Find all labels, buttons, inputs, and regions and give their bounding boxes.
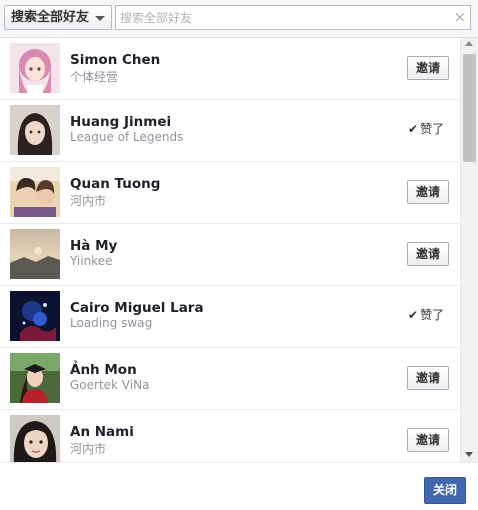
woman-portrait-avatar	[10, 105, 60, 155]
avatar	[10, 415, 60, 462]
search-input[interactable]	[116, 6, 446, 29]
search-toolbar: 搜索全部好友 ×	[0, 0, 478, 38]
list-item: Cairo Miguel Lara Loading swag ✔ 赞了	[0, 286, 460, 348]
friend-name[interactable]: Ảnh Mon	[70, 362, 137, 378]
friend-filter-dropdown[interactable]: 搜索全部好友	[4, 5, 112, 30]
invite-button[interactable]: 邀请	[407, 242, 449, 266]
avatar	[10, 105, 60, 155]
friend-name[interactable]: An Nami	[70, 424, 134, 440]
invite-button[interactable]: 邀请	[407, 428, 449, 452]
dark-blue-artwork-avatar	[10, 291, 60, 341]
avatar	[10, 291, 60, 341]
avatar	[10, 353, 60, 403]
avatar	[10, 167, 60, 217]
friend-name[interactable]: Hà My	[70, 238, 117, 254]
friend-subtitle: Goertek ViNa	[70, 378, 150, 392]
scroll-down-arrow-icon[interactable]	[465, 452, 473, 457]
couple-selfie-avatar	[10, 167, 60, 217]
friend-name[interactable]: Huang Jinmei	[70, 114, 171, 130]
friend-subtitle: Loading swag	[70, 316, 153, 330]
list-item: Ảnh Mon Goertek ViNa 邀请	[0, 348, 460, 410]
liked-label: 赞了	[420, 308, 445, 322]
list-item: Quan Tuong 河内市 邀请	[0, 162, 460, 224]
friend-name[interactable]: Cairo Miguel Lara	[70, 300, 204, 316]
dialog-footer: 关闭	[0, 462, 478, 510]
clear-search-icon[interactable]: ×	[453, 8, 466, 26]
scrollbar-thumb[interactable]	[463, 54, 476, 162]
graduation-photo-avatar	[10, 353, 60, 403]
friend-subtitle: 个体经营	[70, 70, 119, 84]
liked-status: ✔ 赞了	[408, 120, 444, 137]
avatar	[10, 43, 60, 93]
woman-face-closeup-avatar	[10, 415, 60, 462]
liked-status: ✔ 赞了	[408, 306, 444, 323]
invite-button[interactable]: 邀请	[407, 366, 449, 390]
friend-subtitle: 河内市	[70, 194, 107, 208]
friend-subtitle: 河内市	[70, 442, 107, 456]
friend-subtitle: Yiinkee	[70, 254, 113, 268]
friend-subtitle: League of Legends	[70, 130, 184, 144]
avatar	[10, 229, 60, 279]
scroll-up-arrow-icon[interactable]	[465, 41, 473, 46]
search-box: ×	[115, 5, 471, 30]
checkmark-icon: ✔	[408, 122, 419, 136]
invite-button[interactable]: 邀请	[407, 56, 449, 80]
friend-name[interactable]: Quan Tuong	[70, 176, 160, 192]
checkmark-icon: ✔	[408, 308, 419, 322]
liked-label: 赞了	[420, 122, 445, 136]
friend-filter-label: 搜索全部好友	[11, 10, 90, 25]
list-item: Simon Chen 个体经营 邀请	[0, 38, 460, 100]
list-item: An Nami 河内市 邀请	[0, 410, 460, 462]
sunset-landscape-avatar	[10, 229, 60, 279]
anime-girl-pink-hair-avatar	[10, 43, 60, 93]
friend-name[interactable]: Simon Chen	[70, 52, 160, 68]
vertical-scrollbar[interactable]	[460, 38, 478, 462]
list-item: Hà My Yiinkee 邀请	[0, 224, 460, 286]
invite-button[interactable]: 邀请	[407, 180, 449, 204]
list-item: Huang Jinmei League of Legends ✔ 赞了	[0, 100, 460, 162]
friend-list: Simon Chen 个体经营 邀请 Huang Jinmei League o…	[0, 38, 460, 462]
close-button[interactable]: 关闭	[424, 477, 466, 504]
chevron-down-icon	[95, 16, 105, 21]
